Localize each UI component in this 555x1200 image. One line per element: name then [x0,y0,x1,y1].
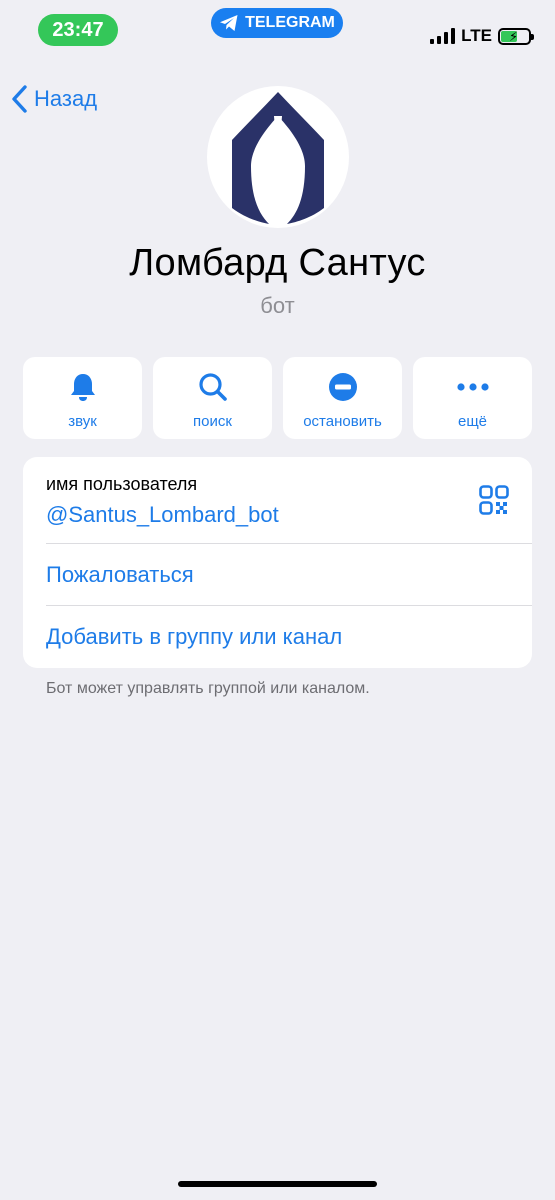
status-bar: 23:47 TELEGRAM LTE ⚡ [0,0,555,60]
username-caption: имя пользователя [46,474,198,494]
more-icon [456,371,490,403]
search-label: поиск [193,413,232,430]
profile-subtitle: бот [260,293,295,318]
more-button[interactable]: ещё [413,357,532,439]
bot-avatar[interactable] [207,86,349,228]
profile-name: Ломбард Сантус [129,242,426,284]
qr-code-icon[interactable] [479,485,509,520]
home-indicator[interactable] [178,1181,377,1187]
report-link[interactable]: Пожаловаться [23,544,532,606]
search-icon [198,371,228,403]
username-value[interactable]: @Santus_Lombard_bot [46,502,279,528]
add-to-group-link[interactable]: Добавить в группу или канал [23,606,532,668]
bell-icon [69,371,97,403]
footnote: Бот может управлять группой или каналом. [46,680,370,697]
stop-bot-button[interactable]: остановить [283,357,402,439]
info-card: имя пользователя @Santus_Lombard_bot Пож… [23,457,532,668]
chevron-left-icon [12,85,27,113]
mute-button[interactable]: звук [23,357,142,439]
stop-label: остановить [303,413,382,430]
app-pill-label: TELEGRAM [245,14,335,31]
santus-logo-icon [232,92,324,224]
network-type: LTE [461,26,492,45]
status-indicators: LTE ⚡ [430,24,534,48]
back-label: Назад [34,86,98,111]
back-button[interactable]: Назад [10,82,97,116]
more-label: ещё [457,413,488,430]
signal-icon [430,28,456,44]
telegram-call-pill[interactable]: TELEGRAM [211,8,343,38]
action-bar: звук поиск остановить ещё [23,357,532,439]
username-row[interactable]: имя пользователя @Santus_Lombard_bot [23,457,532,543]
stop-icon [328,371,358,403]
telegram-icon [220,15,238,31]
mute-label: звук [68,413,97,430]
search-button[interactable]: поиск [153,357,272,439]
battery-icon: ⚡ [498,27,534,45]
status-time[interactable]: 23:47 [38,14,118,46]
